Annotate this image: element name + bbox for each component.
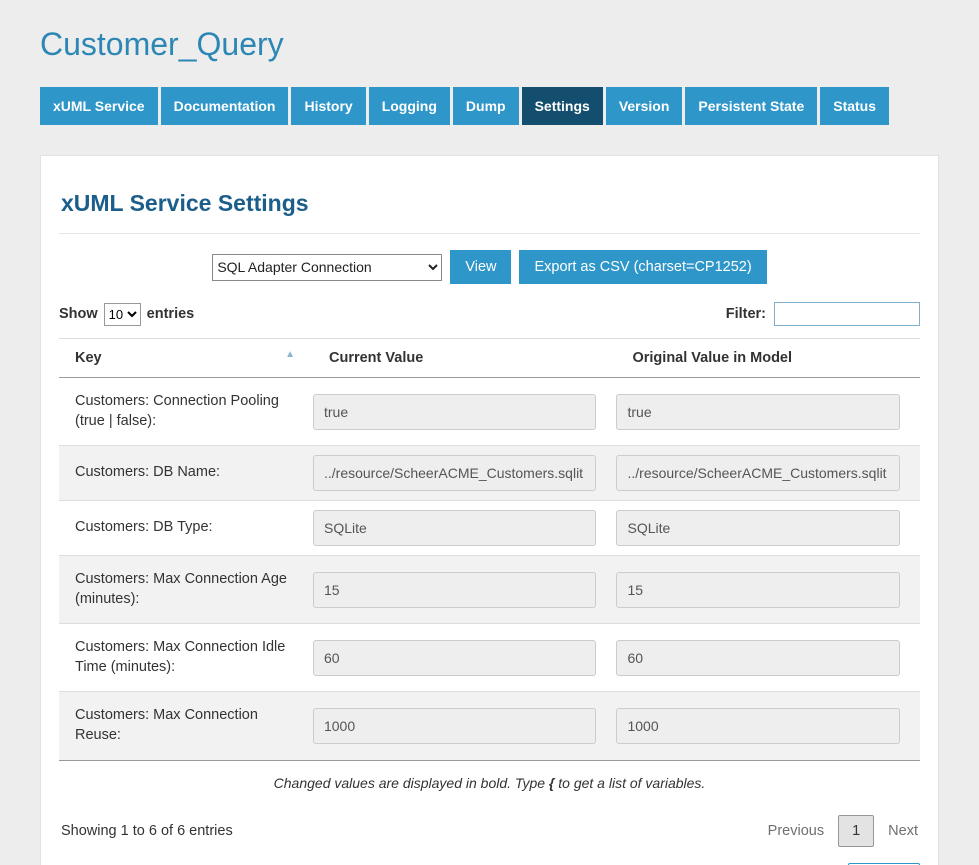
current-value-input-cell <box>313 378 617 446</box>
original-value-input[interactable] <box>616 455 900 491</box>
next-page-button[interactable]: Next <box>888 823 918 839</box>
filter-label: Filter: <box>726 306 766 322</box>
original-value-input-cell <box>616 501 920 556</box>
current-value-input[interactable] <box>313 640 597 676</box>
setting-key: Customers: Max Connection Age (minutes): <box>59 556 313 624</box>
show-label: Show <box>59 306 98 322</box>
adapter-controls: SQL Adapter Connection View Export as CS… <box>59 250 920 284</box>
current-value-input[interactable] <box>313 708 597 744</box>
tab-xuml-service[interactable]: xUML Service <box>40 87 158 125</box>
adapter-select[interactable]: SQL Adapter Connection <box>212 254 442 281</box>
list-controls: Show 10 entries Filter: <box>59 302 920 326</box>
setting-key: Customers: DB Name: <box>59 446 313 501</box>
panel-heading: xUML Service Settings <box>61 190 920 217</box>
settings-table-body: Customers: Connection Pooling (true | fa… <box>59 378 920 760</box>
tab-status[interactable]: Status <box>820 87 889 125</box>
sort-asc-icon: ▲ <box>285 349 295 360</box>
current-value-input-cell <box>313 446 617 501</box>
table-row: Customers: DB Name: <box>59 446 920 501</box>
table-row: Customers: DB Type: <box>59 501 920 556</box>
tab-settings[interactable]: Settings <box>522 87 603 125</box>
view-button[interactable]: View <box>450 250 511 284</box>
current-value-input[interactable] <box>313 510 597 546</box>
setting-key: Customers: Max Connection Reuse: <box>59 692 313 760</box>
original-value-input-cell <box>616 624 920 692</box>
hint-note-post: to get a list of variables. <box>554 775 705 791</box>
table-header-row: Key ▲ Current Value Original Value in Mo… <box>59 339 920 378</box>
export-csv-button[interactable]: Export as CSV (charset=CP1252) <box>519 250 766 284</box>
current-value-input-cell <box>313 556 617 624</box>
current-value-input[interactable] <box>313 394 597 430</box>
previous-page-button[interactable]: Previous <box>768 823 824 839</box>
column-header-original-value[interactable]: Original Value in Model <box>616 339 920 378</box>
current-value-input-cell <box>313 501 617 556</box>
filter: Filter: <box>726 302 920 326</box>
filter-input[interactable] <box>774 302 920 326</box>
original-value-input-cell <box>616 556 920 624</box>
column-header-key[interactable]: Key ▲ <box>59 339 313 378</box>
original-value-input[interactable] <box>616 394 900 430</box>
heading-divider <box>59 233 920 234</box>
table-row: Customers: Max Connection Reuse: <box>59 692 920 760</box>
table-row: Customers: Connection Pooling (true | fa… <box>59 378 920 446</box>
setting-key: Customers: DB Type: <box>59 501 313 556</box>
setting-key: Customers: Max Connection Idle Time (min… <box>59 624 313 692</box>
column-header-current-value[interactable]: Current Value <box>313 339 617 378</box>
table-row: Customers: Max Connection Age (minutes): <box>59 556 920 624</box>
page-1-button[interactable]: 1 <box>838 815 874 847</box>
original-value-input-cell <box>616 692 920 760</box>
original-value-input-cell <box>616 446 920 501</box>
show-entries: Show 10 entries <box>59 303 194 326</box>
tab-documentation[interactable]: Documentation <box>161 87 289 125</box>
original-value-input-cell <box>616 378 920 446</box>
tab-version[interactable]: Version <box>606 87 683 125</box>
hint-note-pre: Changed values are displayed in bold. Ty… <box>274 775 549 791</box>
original-value-input[interactable] <box>616 708 900 744</box>
hint-note: Changed values are displayed in bold. Ty… <box>59 761 920 801</box>
showing-entries-text: Showing 1 to 6 of 6 entries <box>61 823 233 839</box>
pagination: Previous 1 Next <box>768 815 918 847</box>
tab-persistent-state[interactable]: Persistent State <box>685 87 817 125</box>
entries-label: entries <box>147 306 195 322</box>
original-value-input[interactable] <box>616 572 900 608</box>
settings-table: Key ▲ Current Value Original Value in Mo… <box>59 338 920 760</box>
page-title: Customer_Query <box>40 26 979 63</box>
current-value-input-cell <box>313 624 617 692</box>
tab-bar: xUML ServiceDocumentationHistoryLoggingD… <box>40 87 939 125</box>
current-value-input-cell <box>313 692 617 760</box>
tab-history[interactable]: History <box>291 87 365 125</box>
current-value-input[interactable] <box>313 572 597 608</box>
settings-panel: xUML Service Settings SQL Adapter Connec… <box>40 155 939 865</box>
tab-dump[interactable]: Dump <box>453 87 519 125</box>
table-row: Customers: Max Connection Idle Time (min… <box>59 624 920 692</box>
page: Customer_Query xUML ServiceDocumentation… <box>0 0 979 865</box>
table-footer: Showing 1 to 6 of 6 entries Previous 1 N… <box>61 815 918 847</box>
tab-logging[interactable]: Logging <box>369 87 450 125</box>
original-value-input[interactable] <box>616 640 900 676</box>
page-size-select[interactable]: 10 <box>104 303 141 326</box>
current-value-input[interactable] <box>313 455 597 491</box>
original-value-input[interactable] <box>616 510 900 546</box>
setting-key: Customers: Connection Pooling (true | fa… <box>59 378 313 446</box>
